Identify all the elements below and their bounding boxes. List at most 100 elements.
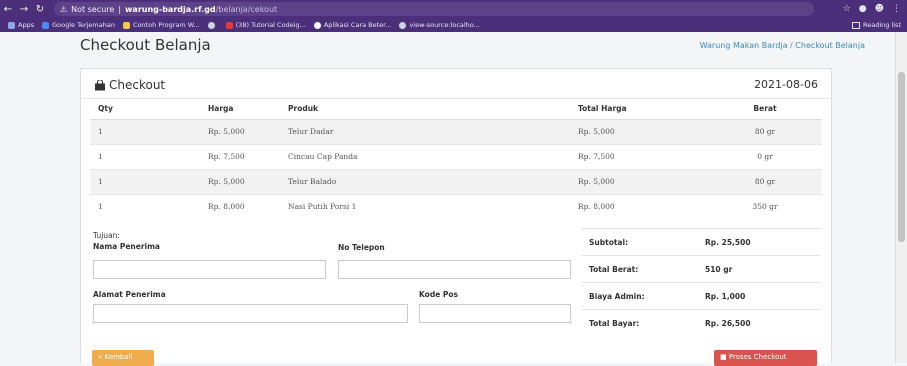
checkout-date: 2021-08-06: [754, 78, 818, 91]
globe-icon: [399, 21, 407, 29]
proses-checkout-label: Proses Checkout: [728, 353, 787, 361]
no-telepon-label: No Telepon: [338, 243, 385, 252]
bookmark-globe[interactable]: [207, 21, 218, 29]
cell-berat: 80 gr: [700, 168, 822, 194]
bookmark-tutorial-codeig[interactable]: (38) Tutorial Codeig...: [225, 21, 306, 29]
no-telepon-input[interactable]: [338, 260, 571, 279]
profile-icon[interactable]: ☻: [875, 4, 884, 14]
cell-berat: 350 gr: [700, 193, 822, 219]
summary-row-biaya-admin: Biaya Admin: Rp. 1,000: [581, 282, 820, 309]
column-header-produk: Produk: [280, 99, 570, 120]
table-row: 1 Rp. 5,000 Telur Balado Rp. 5,000 80 gr: [90, 168, 822, 194]
cell-harga: Rp. 5,000: [200, 168, 280, 194]
bookmark-label: Google Terjemahan: [52, 21, 115, 29]
cell-qty: 1: [90, 193, 200, 219]
column-header-harga: Harga: [200, 99, 280, 120]
bookmark-aplikasi[interactable]: Aplikasi Cara Beter...: [313, 21, 392, 29]
summary-row-subtotal: Subtotal: Rp. 25,500: [581, 228, 820, 255]
table-row: 1 Rp. 8,000 Nasi Putih Porsi 1 Rp. 8,000…: [90, 193, 822, 219]
cell-berat: 0 gr: [700, 143, 822, 169]
card-title-text: Checkout: [109, 78, 166, 92]
url-separator: |: [118, 4, 122, 14]
cell-produk: Telur Dadar: [280, 118, 570, 144]
extension-icon[interactable]: ●: [859, 4, 867, 14]
cell-total-harga: Rp. 5,000: [570, 168, 700, 194]
back-button-label: Kembali: [104, 353, 133, 361]
cell-total-harga: Rp. 5,000: [570, 118, 700, 144]
apps-grid-icon: [8, 21, 15, 29]
reading-list-label: Reading list: [863, 21, 901, 29]
bookmark-apps[interactable]: Apps: [8, 21, 34, 29]
reload-icon[interactable]: ↻: [32, 4, 48, 15]
shopping-bag-icon: ■: [720, 353, 727, 361]
column-header-total-harga: Total Harga: [570, 99, 700, 120]
cell-qty: 1: [90, 118, 200, 144]
alamat-penerima-label: Alamat Penerima: [93, 290, 166, 299]
card-header: Checkout 2021-08-06: [81, 69, 831, 99]
back-arrow-icon[interactable]: ←: [0, 4, 16, 15]
summary-row-total-berat: Total Berat: 510 gr: [581, 255, 820, 282]
summary-label: Total Berat:: [589, 265, 639, 274]
warning-icon: ⚠: [60, 4, 68, 14]
cell-harga: Rp. 8,000: [200, 193, 280, 219]
security-label: Not secure: [71, 4, 115, 14]
globe-icon: [207, 21, 215, 29]
summary-value: 510 gr: [705, 265, 733, 274]
cell-harga: Rp. 7,500: [200, 143, 280, 169]
url-path: /belanja/cekout: [215, 4, 278, 14]
alamat-penerima-input[interactable]: [93, 304, 408, 323]
bookmark-contoh-program[interactable]: Contoh Program W...: [122, 21, 200, 29]
cell-qty: 1: [90, 143, 200, 169]
reading-list[interactable]: Reading list: [852, 21, 907, 29]
lightning-icon: [122, 21, 130, 29]
summary-value: Rp. 1,000: [705, 292, 746, 301]
cell-produk: Telur Balado: [280, 168, 570, 194]
menu-icon[interactable]: ⋮: [892, 4, 901, 14]
back-button[interactable]: « Kembali: [92, 350, 154, 366]
summary-value: Rp. 26,500: [705, 319, 751, 328]
proses-checkout-button[interactable]: ■ Proses Checkout: [714, 350, 817, 366]
summary-label: Biaya Admin:: [589, 292, 645, 301]
cart-table: Qty Harga Produk Total Harga Berat 1 Rp.…: [90, 99, 822, 219]
bookmark-label: (38) Tutorial Codeig...: [235, 21, 306, 29]
tujuan-label: Tujuan:: [93, 231, 120, 240]
cell-qty: 1: [90, 168, 200, 194]
cell-harga: Rp. 5,000: [200, 118, 280, 144]
cell-produk: Cincau Cap Panda: [280, 143, 570, 169]
column-header-berat: Berat: [700, 99, 822, 120]
cell-total-harga: Rp. 7,500: [570, 143, 700, 169]
bookmark-label: view-source:localho...: [409, 21, 480, 29]
nama-penerima-label: Nama Penerima: [93, 242, 160, 251]
bookmark-google-translate[interactable]: Google Terjemahan: [42, 21, 115, 29]
kode-pos-label: Kode Pos: [419, 290, 459, 299]
table-row: 1 Rp. 7,500 Cincau Cap Panda Rp. 7,500 0…: [90, 143, 822, 169]
double-chevron-left-icon: «: [98, 353, 103, 361]
nama-penerima-input[interactable]: [93, 260, 326, 279]
address-bar[interactable]: ⚠ Not secure | warung-bardja.rf.gd /bela…: [54, 2, 814, 16]
page-title: Checkout Belanja: [80, 36, 211, 54]
scrollbar[interactable]: [895, 32, 907, 363]
bookmark-label: Contoh Program W...: [132, 21, 200, 29]
breadcrumb[interactable]: Warung Makan Bardja / Checkout Belanja: [700, 41, 865, 50]
table-header-row: Qty Harga Produk Total Harga Berat: [90, 99, 822, 120]
forward-arrow-icon[interactable]: →: [16, 4, 32, 15]
youtube-icon: [225, 21, 233, 29]
kode-pos-input[interactable]: [419, 304, 571, 323]
cell-produk: Nasi Putih Porsi 1: [280, 193, 570, 219]
browser-toolbar: ← → ↻ ⚠ Not secure | warung-bardja.rf.gd…: [0, 0, 907, 18]
summary-row-total-bayar: Total Bayar: Rp. 26,500: [581, 309, 820, 336]
scrollbar-thumb[interactable]: [898, 72, 905, 242]
shopping-bag-icon: [94, 78, 106, 91]
bookmark-label: Aplikasi Cara Beter...: [323, 21, 392, 29]
summary-label: Total Bayar:: [589, 319, 640, 328]
star-icon[interactable]: ☆: [843, 4, 851, 14]
summary-value: Rp. 25,500: [705, 238, 751, 247]
card-title: Checkout: [94, 78, 165, 92]
cell-berat: 80 gr: [700, 118, 822, 144]
bookmarks-bar: Apps Google Terjemahan Contoh Program W.…: [0, 18, 907, 32]
table-row: 1 Rp. 5,000 Telur Dadar Rp. 5,000 80 gr: [90, 118, 822, 144]
bookmark-view-source[interactable]: view-source:localho...: [399, 21, 480, 29]
bookmark-label: Apps: [18, 21, 35, 29]
url-domain: warung-bardja.rf.gd: [125, 4, 216, 14]
summary-label: Subtotal:: [589, 238, 629, 247]
